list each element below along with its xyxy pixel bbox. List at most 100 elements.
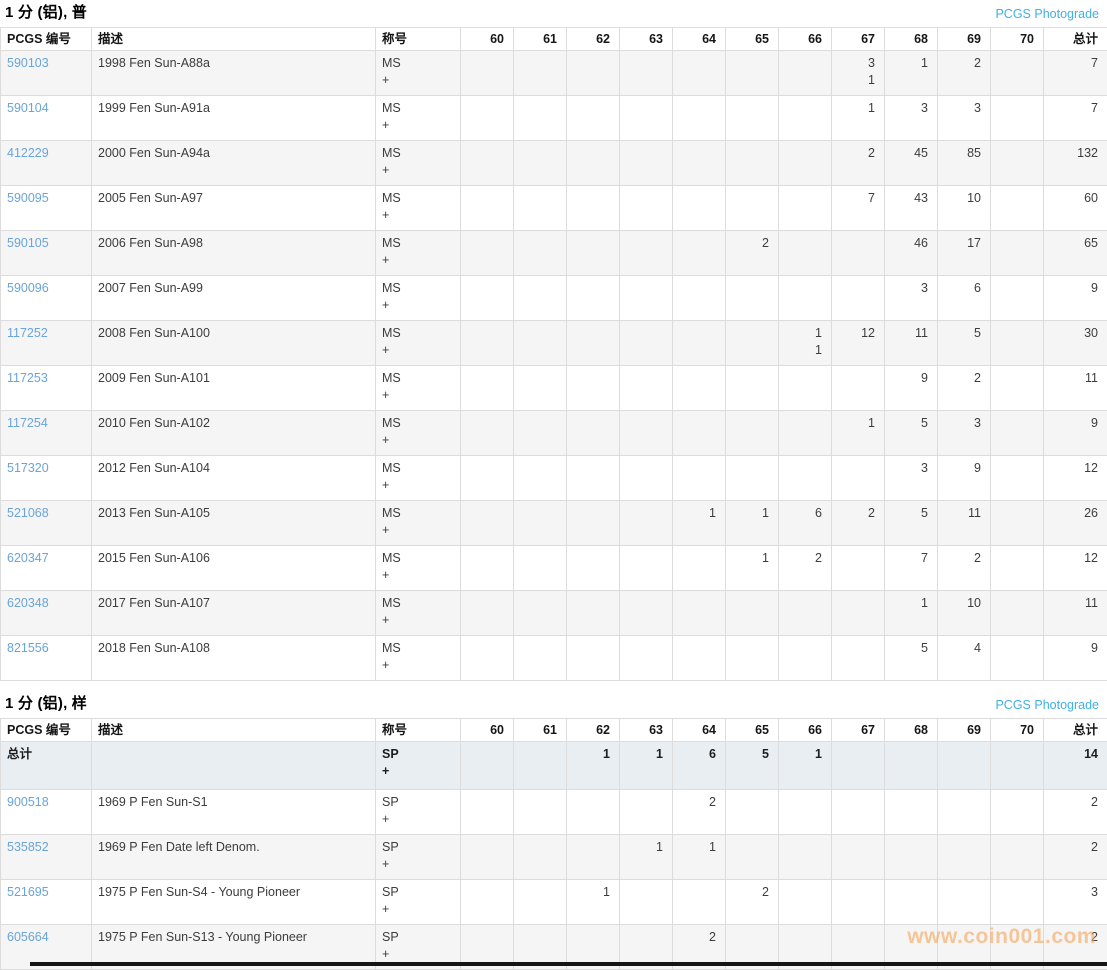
column-header: 总计 — [1044, 719, 1107, 742]
grade-count-cell — [779, 411, 832, 456]
grade-count-cell — [620, 186, 673, 231]
population-table-regular: PCGS 编号描述称号6061626364656667686970总计 5901… — [0, 27, 1107, 681]
grade-count-cell — [567, 411, 620, 456]
row-total-cell: 7 — [1044, 96, 1107, 141]
column-header: 61 — [514, 719, 567, 742]
grade-count-cell: 2 — [938, 366, 991, 411]
column-header: 69 — [938, 28, 991, 51]
grade-count-cell — [461, 636, 514, 681]
grade-count-cell — [832, 456, 885, 501]
column-header: 64 — [673, 28, 726, 51]
grade-count-cell — [514, 96, 567, 141]
grade-count-cell — [726, 51, 779, 96]
pcgs-number-link[interactable]: 620348 — [7, 596, 49, 610]
grade-count-cell — [461, 411, 514, 456]
grade-count-cell — [620, 591, 673, 636]
pcgs-photograde-link[interactable]: PCGS Photograde — [995, 698, 1099, 712]
pcgs-number-link[interactable]: 412229 — [7, 146, 49, 160]
section-title: 1 分 (铝), 样 — [5, 695, 87, 712]
grade-count-cell — [991, 231, 1044, 276]
column-header: 描述 — [92, 719, 376, 742]
grade-count-cell — [673, 186, 726, 231]
grade-count-cell — [567, 835, 620, 880]
pcgs-number-link[interactable]: 517320 — [7, 461, 49, 475]
description-cell: 2010 Fen Sun-A102 — [92, 411, 376, 456]
pcgs-number-link[interactable]: 620347 — [7, 551, 49, 565]
section-header: 1 分 (铝), 普 PCGS Photograde — [0, 0, 1107, 27]
grade-count-cell — [991, 321, 1044, 366]
pcgs-number-link[interactable]: 590096 — [7, 281, 49, 295]
grade-count-cell — [779, 141, 832, 186]
grade-count-cell — [567, 96, 620, 141]
pcgs-number-link[interactable]: 117252 — [7, 326, 48, 340]
grade-count-cell: 2 — [779, 546, 832, 591]
grade-count-cell — [991, 456, 1044, 501]
grade-count-cell — [673, 636, 726, 681]
table-row: 8215562018 Fen Sun-A108MS+549 — [1, 636, 1107, 681]
pcgs-number-link[interactable]: 590103 — [7, 56, 49, 70]
grade-count-cell: 1 — [620, 742, 673, 790]
pcgs-number-link[interactable]: 605664 — [7, 930, 49, 944]
grade-count-cell — [832, 366, 885, 411]
grade-count-cell: 1 — [885, 51, 938, 96]
row-total-cell: 12 — [1044, 546, 1107, 591]
designation-cell: MS+ — [376, 141, 461, 186]
grade-count-cell — [726, 276, 779, 321]
pcgs-number-link[interactable]: 821556 — [7, 641, 49, 655]
grade-count-cell — [620, 96, 673, 141]
description-cell: 2012 Fen Sun-A104 — [92, 456, 376, 501]
grade-count-cell — [726, 96, 779, 141]
column-header: PCGS 编号 — [1, 719, 92, 742]
grade-count-cell — [514, 141, 567, 186]
section-regular-strikes: 1 分 (铝), 普 PCGS Photograde PCGS 编号描述称号60… — [0, 0, 1107, 681]
table-row: 5210682013 Fen Sun-A105MS+116251126 — [1, 501, 1107, 546]
table-row: 1172542010 Fen Sun-A102MS+1539 — [1, 411, 1107, 456]
grade-count-cell: 10 — [938, 186, 991, 231]
pcgs-number-link[interactable]: 590095 — [7, 191, 49, 205]
row-total-cell: 11 — [1044, 591, 1107, 636]
grade-count-cell — [567, 456, 620, 501]
pcgs-number-link[interactable]: 521695 — [7, 885, 49, 899]
grade-count-cell — [461, 276, 514, 321]
pcgs-photograde-link[interactable]: PCGS Photograde — [995, 7, 1099, 21]
pcgs-number-link[interactable]: 590105 — [7, 236, 49, 250]
grade-count-cell: 11 — [779, 321, 832, 366]
grade-count-cell: 2 — [832, 501, 885, 546]
description-cell: 2005 Fen Sun-A97 — [92, 186, 376, 231]
row-total-cell: 11 — [1044, 366, 1107, 411]
grade-count-cell: 45 — [885, 141, 938, 186]
designation-cell: MS+ — [376, 546, 461, 591]
pcgs-number-link[interactable]: 535852 — [7, 840, 49, 854]
grade-count-cell — [620, 276, 673, 321]
grade-count-cell: 3 — [885, 456, 938, 501]
pcgs-number-link[interactable]: 117253 — [7, 371, 48, 385]
grade-count-cell — [514, 186, 567, 231]
row-total-cell: 65 — [1044, 231, 1107, 276]
pcgs-number-link[interactable]: 900518 — [7, 795, 49, 809]
column-header: PCGS 编号 — [1, 28, 92, 51]
grade-count-cell — [726, 321, 779, 366]
grade-count-cell — [514, 276, 567, 321]
pcgs-number-cell: 117252 — [1, 321, 92, 366]
grade-count-cell — [991, 96, 1044, 141]
grade-count-cell — [567, 141, 620, 186]
description-cell: 1969 P Fen Sun-S1 — [92, 790, 376, 835]
grade-count-cell: 2 — [673, 790, 726, 835]
grade-count-cell — [779, 880, 832, 925]
table-row: 1172522008 Fen Sun-A100MS+111211530 — [1, 321, 1107, 366]
grade-count-cell — [726, 411, 779, 456]
grade-count-cell — [620, 321, 673, 366]
pcgs-number-link[interactable]: 117254 — [7, 416, 48, 430]
row-total-cell: 3 — [1044, 880, 1107, 925]
grade-count-cell — [567, 321, 620, 366]
grade-count-cell — [620, 501, 673, 546]
grade-count-cell — [567, 546, 620, 591]
pcgs-number-link[interactable]: 590104 — [7, 101, 49, 115]
description-cell: 2018 Fen Sun-A108 — [92, 636, 376, 681]
pcgs-number-cell: 535852 — [1, 835, 92, 880]
pcgs-number-link[interactable]: 521068 — [7, 506, 49, 520]
grade-count-cell — [673, 591, 726, 636]
column-header: 62 — [567, 28, 620, 51]
description-cell: 2013 Fen Sun-A105 — [92, 501, 376, 546]
grade-count-cell — [779, 276, 832, 321]
